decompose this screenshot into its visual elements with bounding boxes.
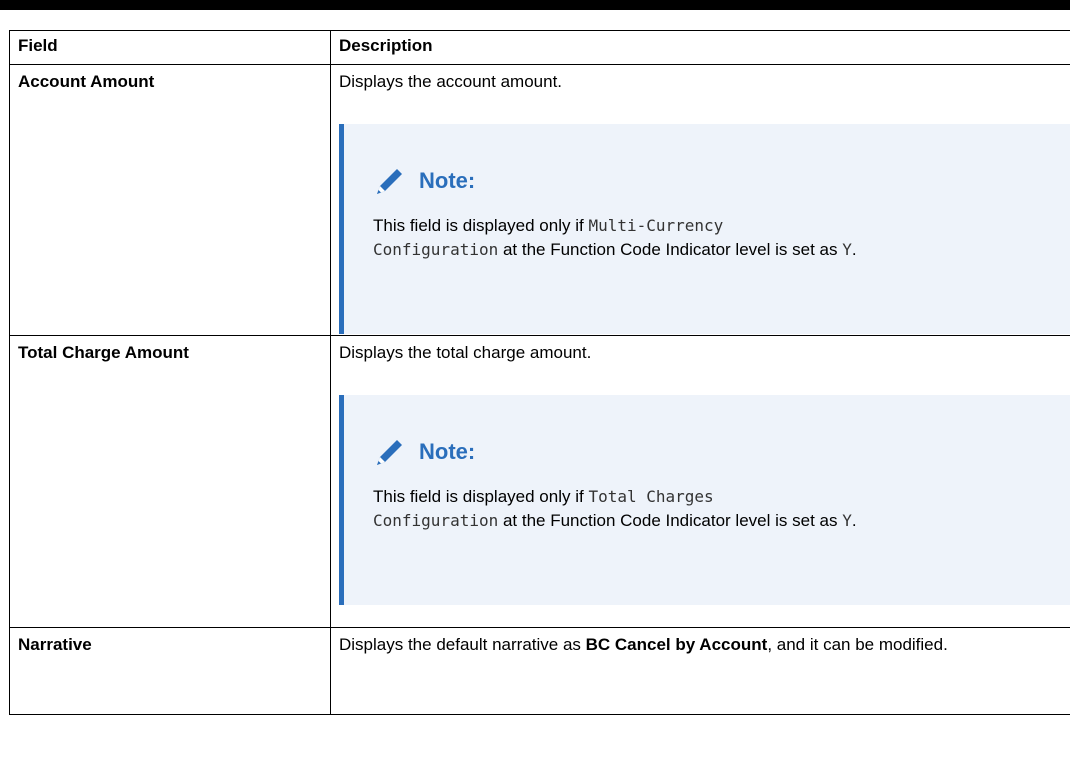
- note-code: Y: [842, 240, 852, 259]
- note-code: Configuration: [373, 511, 499, 530]
- description-text: , and it can be modified.: [767, 635, 948, 654]
- field-description: Displays the total charge amount. Note: …: [330, 335, 1070, 628]
- header-field: Field: [9, 30, 331, 65]
- pencil-icon: [377, 440, 402, 465]
- field-description-table: Field Description Account Amount Display…: [9, 30, 1070, 715]
- description-text: Displays the default narrative as: [339, 635, 586, 654]
- description-text: Displays the account amount.: [339, 72, 563, 91]
- note-box: Note: This field is displayed only if To…: [339, 395, 1070, 605]
- note-code: Y: [842, 511, 852, 530]
- narrative-default-value: BC Cancel by Account: [585, 635, 768, 654]
- field-description: Displays the account amount. Note: This …: [330, 64, 1070, 336]
- pencil-icon: [377, 169, 402, 194]
- note-text-part: at the Function Code Indicator level is …: [498, 511, 843, 530]
- description-text: Displays the total charge amount.: [339, 343, 592, 362]
- table-row: Total Charge Amount Displays the total c…: [9, 335, 1070, 628]
- note-header: Note:: [373, 164, 1059, 198]
- note-text-part: at the Function Code Indicator level is …: [498, 240, 843, 259]
- note-title: Note:: [419, 439, 476, 464]
- note-text: This field is displayed only if Multi-Cu…: [373, 214, 933, 262]
- note-box: Note: This field is displayed only if Mu…: [339, 124, 1070, 334]
- note-header: Note:: [373, 435, 1059, 469]
- note-code: Multi-Currency: [588, 216, 724, 235]
- table-row: Narrative Displays the default narrative…: [9, 627, 1070, 715]
- top-rule: [0, 0, 1070, 10]
- note-code: Configuration: [373, 240, 499, 259]
- note-text-part: This field is displayed only if: [373, 216, 589, 235]
- field-name: Total Charge Amount: [9, 335, 331, 628]
- field-name: Narrative: [9, 627, 331, 715]
- table-header-row: Field Description: [9, 30, 1070, 65]
- field-description: Displays the default narrative as BC Can…: [330, 627, 1070, 715]
- note-text: This field is displayed only if Total Ch…: [373, 485, 933, 533]
- field-name: Account Amount: [9, 64, 331, 336]
- note-title: Note:: [419, 168, 476, 193]
- note-text-part: .: [851, 511, 857, 530]
- note-code: Total Charges: [588, 487, 714, 506]
- note-text-part: .: [851, 240, 857, 259]
- note-text-part: This field is displayed only if: [373, 487, 589, 506]
- header-description: Description: [330, 30, 1070, 65]
- table-row: Account Amount Displays the account amou…: [9, 64, 1070, 336]
